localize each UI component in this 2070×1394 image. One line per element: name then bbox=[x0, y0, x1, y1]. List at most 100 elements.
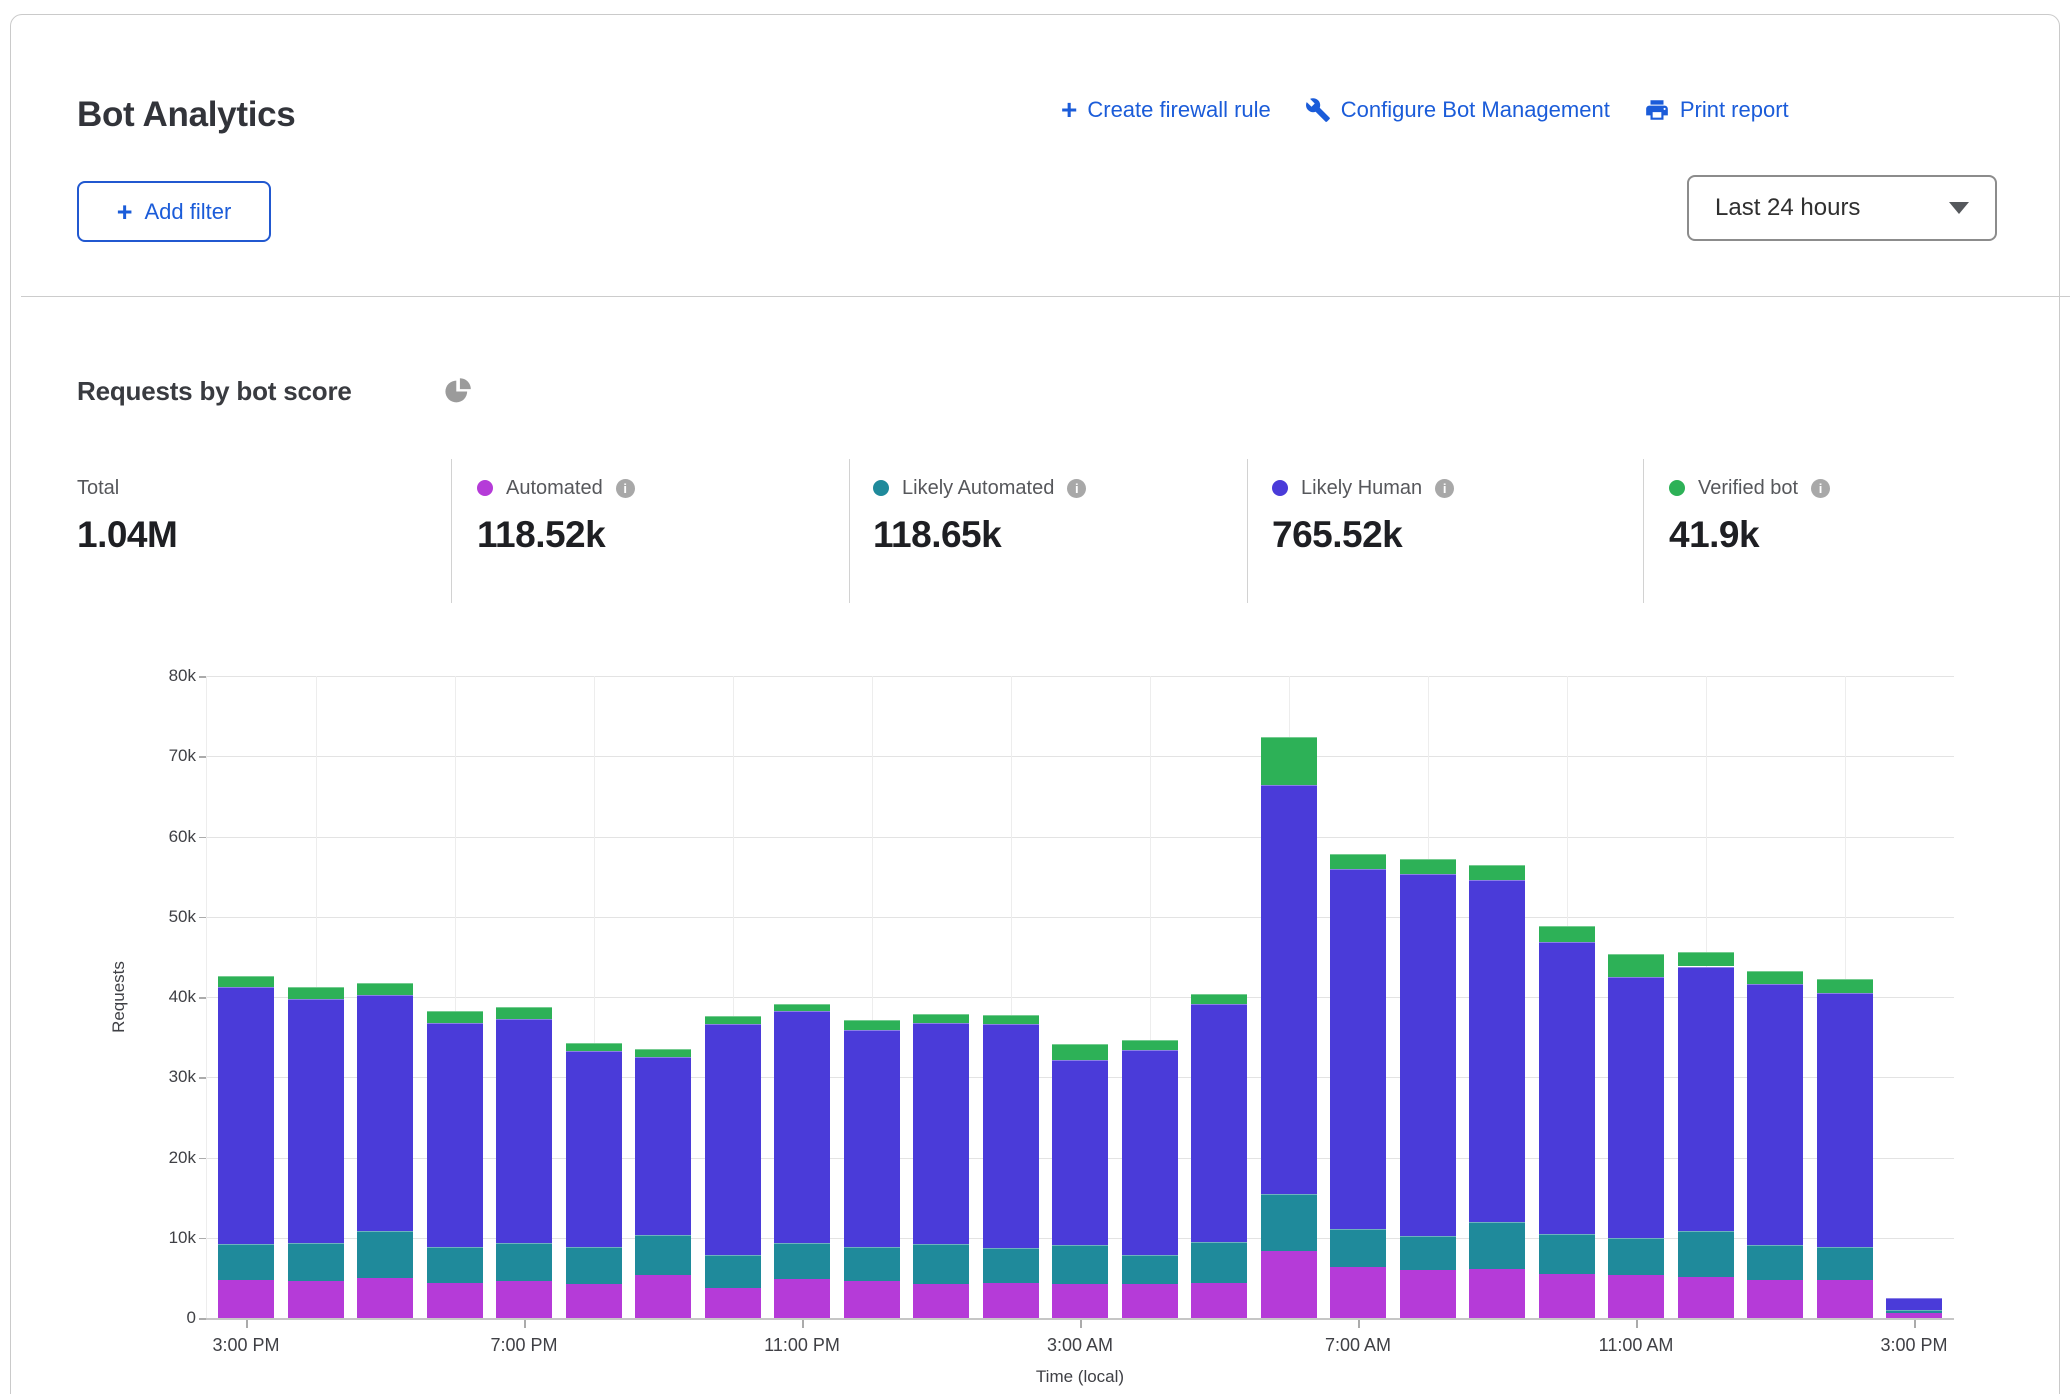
bar-segment[interactable] bbox=[1261, 1251, 1317, 1318]
bar-segment[interactable] bbox=[1052, 1060, 1108, 1245]
bar-segment[interactable] bbox=[357, 995, 413, 1230]
bar-segment[interactable] bbox=[1330, 1229, 1386, 1268]
bar-segment[interactable] bbox=[427, 1247, 483, 1283]
bar-segment[interactable] bbox=[1052, 1284, 1108, 1318]
bar-segment[interactable] bbox=[774, 1279, 830, 1318]
bar-segment[interactable] bbox=[635, 1057, 691, 1234]
bar-segment[interactable] bbox=[1052, 1245, 1108, 1284]
bar-segment[interactable] bbox=[1608, 1238, 1664, 1276]
y-tick-label: 10k bbox=[126, 1228, 196, 1248]
bar-segment[interactable] bbox=[496, 1007, 552, 1018]
bar-segment[interactable] bbox=[218, 976, 274, 986]
bar-segment[interactable] bbox=[357, 1278, 413, 1318]
bar-segment[interactable] bbox=[983, 1024, 1039, 1248]
bar-segment[interactable] bbox=[566, 1247, 622, 1284]
bar-segment[interactable] bbox=[288, 999, 344, 1242]
bar-segment[interactable] bbox=[496, 1019, 552, 1244]
bar-segment[interactable] bbox=[218, 1244, 274, 1280]
bar-segment[interactable] bbox=[1191, 1242, 1247, 1284]
bar-segment[interactable] bbox=[427, 1011, 483, 1023]
bar-segment[interactable] bbox=[1122, 1284, 1178, 1318]
bar-segment[interactable] bbox=[844, 1247, 900, 1282]
bar-segment[interactable] bbox=[427, 1023, 483, 1247]
bar-segment[interactable] bbox=[1817, 1280, 1873, 1318]
bar-segment[interactable] bbox=[635, 1235, 691, 1276]
bar-segment[interactable] bbox=[1122, 1040, 1178, 1050]
bar-segment[interactable] bbox=[1678, 967, 1734, 1231]
bar-segment[interactable] bbox=[1261, 737, 1317, 785]
bar-segment[interactable] bbox=[566, 1051, 622, 1248]
bar-segment[interactable] bbox=[1608, 977, 1664, 1238]
bar-segment[interactable] bbox=[844, 1020, 900, 1030]
bar-segment[interactable] bbox=[1608, 954, 1664, 977]
bar-segment[interactable] bbox=[288, 987, 344, 999]
bar-segment[interactable] bbox=[1817, 993, 1873, 1247]
bar-segment[interactable] bbox=[1747, 984, 1803, 1245]
bar-segment[interactable] bbox=[1678, 1231, 1734, 1278]
bar-segment[interactable] bbox=[774, 1004, 830, 1011]
bar-segment[interactable] bbox=[218, 987, 274, 1245]
bar-segment[interactable] bbox=[1608, 1275, 1664, 1318]
bar-segment[interactable] bbox=[218, 1280, 274, 1318]
bar-segment[interactable] bbox=[1400, 874, 1456, 1236]
bar-segment[interactable] bbox=[1469, 1269, 1525, 1318]
bar-segment[interactable] bbox=[1191, 994, 1247, 1004]
bar-segment[interactable] bbox=[1747, 1245, 1803, 1280]
bar-segment[interactable] bbox=[357, 983, 413, 995]
bar-segment[interactable] bbox=[1747, 1280, 1803, 1318]
bar-segment[interactable] bbox=[1886, 1310, 1942, 1313]
bar-segment[interactable] bbox=[1469, 880, 1525, 1222]
bar-segment[interactable] bbox=[913, 1023, 969, 1244]
bar-segment[interactable] bbox=[1817, 1247, 1873, 1280]
bar-segment[interactable] bbox=[1469, 1222, 1525, 1269]
bar-segment[interactable] bbox=[844, 1030, 900, 1247]
bar-segment[interactable] bbox=[844, 1281, 900, 1318]
bar-segment[interactable] bbox=[1261, 1194, 1317, 1250]
bar-segment[interactable] bbox=[705, 1255, 761, 1289]
bar-segment[interactable] bbox=[1539, 942, 1595, 1233]
bar-segment[interactable] bbox=[1539, 926, 1595, 943]
bar-segment[interactable] bbox=[1400, 1270, 1456, 1318]
bar-segment[interactable] bbox=[427, 1283, 483, 1318]
bar-segment[interactable] bbox=[705, 1024, 761, 1254]
bar-segment[interactable] bbox=[1539, 1274, 1595, 1318]
bar-segment[interactable] bbox=[1330, 854, 1386, 869]
bar-segment[interactable] bbox=[913, 1244, 969, 1284]
bar-segment[interactable] bbox=[1122, 1255, 1178, 1285]
bar-segment[interactable] bbox=[1747, 971, 1803, 985]
bar-segment[interactable] bbox=[1052, 1044, 1108, 1059]
bar-segment[interactable] bbox=[1886, 1298, 1942, 1310]
bar-segment[interactable] bbox=[1330, 1267, 1386, 1318]
bar-segment[interactable] bbox=[774, 1243, 830, 1280]
bar-segment[interactable] bbox=[1330, 869, 1386, 1229]
bar-segment[interactable] bbox=[1261, 785, 1317, 1194]
bar-segment[interactable] bbox=[1678, 952, 1734, 966]
bar-segment[interactable] bbox=[983, 1015, 1039, 1025]
bar-segment[interactable] bbox=[496, 1243, 552, 1281]
bar-segment[interactable] bbox=[705, 1288, 761, 1318]
bar-segment[interactable] bbox=[913, 1284, 969, 1318]
bar-segment[interactable] bbox=[566, 1284, 622, 1318]
bar-segment[interactable] bbox=[635, 1275, 691, 1318]
bar-segment[interactable] bbox=[1191, 1283, 1247, 1318]
bar-segment[interactable] bbox=[496, 1281, 552, 1318]
bar-segment[interactable] bbox=[1191, 1004, 1247, 1242]
x-tick bbox=[524, 1320, 526, 1328]
bar-segment[interactable] bbox=[1400, 1236, 1456, 1270]
bar-segment[interactable] bbox=[1400, 859, 1456, 874]
bar-segment[interactable] bbox=[357, 1231, 413, 1278]
bar-segment[interactable] bbox=[913, 1014, 969, 1023]
bar-segment[interactable] bbox=[983, 1283, 1039, 1318]
bar-segment[interactable] bbox=[288, 1243, 344, 1282]
bar-segment[interactable] bbox=[1678, 1277, 1734, 1318]
bar-segment[interactable] bbox=[566, 1043, 622, 1051]
bar-segment[interactable] bbox=[288, 1281, 344, 1318]
bar-segment[interactable] bbox=[1817, 979, 1873, 993]
bar-segment[interactable] bbox=[983, 1248, 1039, 1283]
bar-segment[interactable] bbox=[1122, 1050, 1178, 1255]
bar-segment[interactable] bbox=[635, 1049, 691, 1057]
bar-segment[interactable] bbox=[1539, 1234, 1595, 1274]
bar-segment[interactable] bbox=[774, 1011, 830, 1242]
bar-segment[interactable] bbox=[1469, 865, 1525, 879]
bar-segment[interactable] bbox=[705, 1016, 761, 1024]
